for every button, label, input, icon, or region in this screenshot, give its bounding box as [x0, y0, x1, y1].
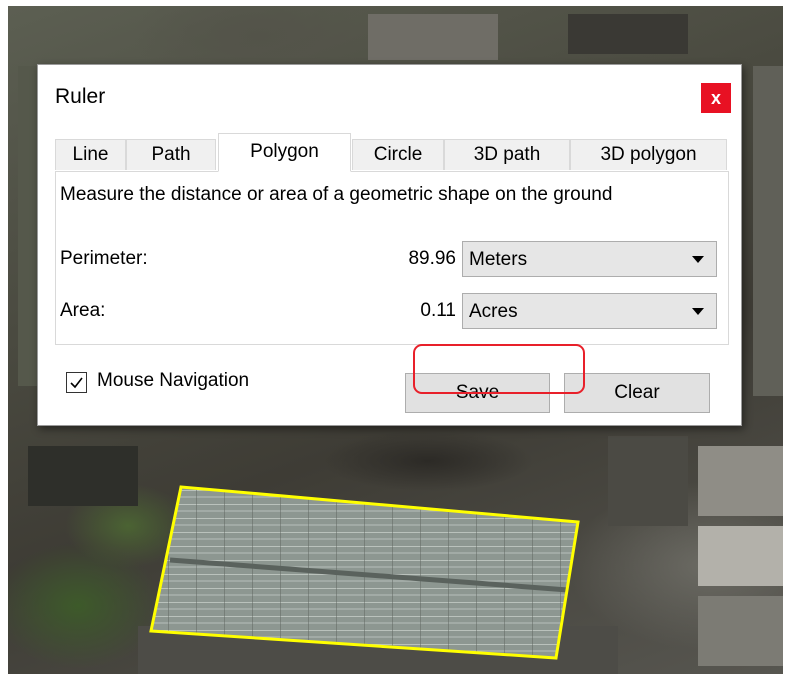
tab-3d-path[interactable]: 3D path — [444, 139, 570, 170]
tab-path[interactable]: Path — [126, 139, 216, 170]
checkmark-icon — [70, 377, 83, 389]
area-unit-select[interactable]: Acres — [462, 293, 717, 329]
perimeter-unit-value: Meters — [469, 249, 528, 270]
perimeter-value: 89.96 — [408, 248, 456, 269]
checkbox-box[interactable] — [66, 372, 87, 393]
area-value: 0.11 — [420, 300, 456, 321]
tab-polygon[interactable]: Polygon — [218, 133, 351, 172]
area-unit-value: Acres — [469, 301, 518, 322]
tab-3d-polygon[interactable]: 3D polygon — [570, 139, 727, 170]
save-button[interactable]: Save — [405, 373, 550, 413]
dialog-title: Ruler — [55, 85, 106, 108]
ruler-dialog: Ruler x Line Path Polygon Circle 3D path… — [37, 64, 742, 426]
mouse-navigation-label: Mouse Navigation — [97, 370, 250, 391]
title-bar[interactable]: Ruler x — [38, 65, 741, 131]
close-button[interactable]: x — [701, 83, 731, 113]
chevron-down-icon — [692, 256, 704, 263]
description-text: Measure the distance or area of a geomet… — [60, 184, 613, 205]
perimeter-label: Perimeter: — [60, 248, 148, 269]
tab-bar: Line Path Polygon Circle 3D path 3D poly… — [55, 133, 730, 172]
tab-circle[interactable]: Circle — [352, 139, 444, 170]
chevron-down-icon — [692, 308, 704, 315]
perimeter-unit-select[interactable]: Meters — [462, 241, 717, 277]
tab-line[interactable]: Line — [55, 139, 126, 170]
area-label: Area: — [60, 300, 106, 321]
polygon-tab-panel: Measure the distance or area of a geomet… — [55, 171, 729, 345]
clear-button[interactable]: Clear — [564, 373, 710, 413]
